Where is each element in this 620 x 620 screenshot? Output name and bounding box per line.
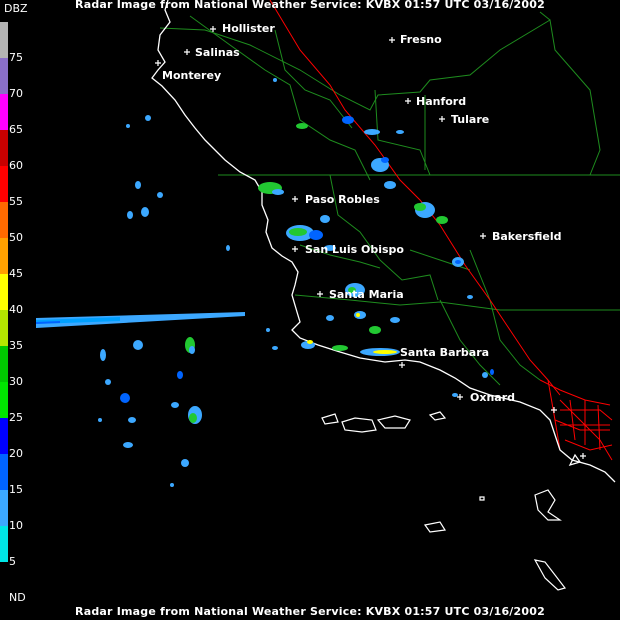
- legend-level-label: ND: [9, 591, 26, 604]
- footer-title: Radar Image from National Weather Servic…: [75, 605, 545, 618]
- legend-level-label: 65: [9, 123, 23, 136]
- dbz-legend: DBZ 75 70 65 60 55 50 45 40 35 30 25 20 15 10 5 ND: [0, 0, 30, 604]
- legend-level-label: 5: [9, 555, 16, 568]
- legend-level-label: 75: [9, 51, 23, 64]
- legend-level-label: 25: [9, 411, 23, 424]
- city-label-bakersfield: Bakersfield: [492, 230, 562, 243]
- legend-swatch: [0, 346, 8, 382]
- legend-swatch: [0, 22, 8, 58]
- legend-swatch: [0, 526, 8, 562]
- legend-swatch: [0, 274, 8, 310]
- city-label-santa-maria: Santa Maria: [329, 288, 404, 301]
- header-title: Radar Image from National Weather Servic…: [75, 0, 545, 11]
- city-label-salinas: Salinas: [195, 46, 240, 59]
- legend-swatch: [0, 382, 8, 418]
- legend-swatch: [0, 418, 8, 454]
- legend-swatch: [0, 58, 8, 94]
- legend-swatch: [0, 454, 8, 490]
- legend-level-label: 45: [9, 267, 23, 280]
- city-label-san-luis-obispo: San Luis Obispo: [305, 243, 404, 256]
- city-label-hollister: Hollister: [222, 22, 275, 35]
- legend-level-label: 20: [9, 447, 23, 460]
- city-label-monterey: Monterey: [162, 69, 221, 82]
- city-label-tulare: Tulare: [451, 113, 489, 126]
- legend-level-label: 40: [9, 303, 23, 316]
- legend-swatch: [0, 166, 8, 202]
- legend-level-label: 70: [9, 87, 23, 100]
- legend-level-label: 35: [9, 339, 23, 352]
- legend-swatch: [0, 490, 8, 526]
- legend-swatch: [0, 238, 8, 274]
- legend-swatch: [0, 562, 8, 598]
- legend-level-label: 60: [9, 159, 23, 172]
- city-label-oxnard: Oxnard: [470, 391, 515, 404]
- legend-swatch: [0, 94, 8, 130]
- legend-swatch: [0, 130, 8, 166]
- radar-map: Hollister Salinas Monterey Fresno Hanfor…: [0, 0, 620, 620]
- legend-level-label: 50: [9, 231, 23, 244]
- legend-color-bar: [0, 22, 8, 598]
- legend-swatch: [0, 202, 8, 238]
- legend-swatch: [0, 310, 8, 346]
- city-label-paso-robles: Paso Robles: [305, 193, 380, 206]
- legend-level-label: 15: [9, 483, 23, 496]
- city-label-hanford: Hanford: [416, 95, 466, 108]
- city-label-santa-barbara: Santa Barbara: [400, 346, 489, 359]
- legend-level-label: 10: [9, 519, 23, 532]
- legend-level-label: 30: [9, 375, 23, 388]
- city-label-fresno: Fresno: [400, 33, 442, 46]
- legend-level-label: 55: [9, 195, 23, 208]
